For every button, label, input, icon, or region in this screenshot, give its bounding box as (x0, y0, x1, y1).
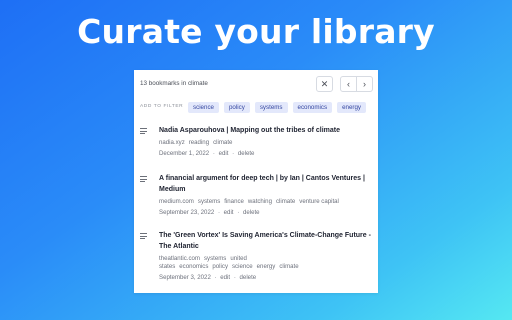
bookmark-title[interactable]: A financial argument for deep tech | by … (159, 173, 373, 195)
bookmark-tag[interactable]: climate (213, 139, 232, 146)
bookmark-meta: September 23, 2022 · edit · delete (159, 209, 373, 217)
bookmark-meta: December 1, 2022 · edit · delete (159, 150, 373, 158)
delete-link[interactable]: delete (240, 274, 257, 281)
edit-link[interactable]: edit (224, 209, 234, 216)
chevron-left-icon: ‹ (347, 78, 350, 89)
separator: · (217, 209, 220, 216)
filter-label: ADD TO FILTER (140, 104, 184, 109)
bookmarks-panel: 13 bookmarks in climate ✕ ‹ › ADD TO FIL… (134, 70, 378, 293)
filter-chip-energy[interactable]: energy (337, 102, 367, 113)
close-icon: ✕ (320, 78, 329, 89)
separator: · (233, 274, 236, 281)
drag-handle-icon[interactable] (140, 233, 147, 241)
bookmark-date: September 3, 2022 (159, 274, 211, 281)
bookmark-tag[interactable]: watching (248, 198, 272, 205)
previous-button[interactable]: ‹ (340, 76, 357, 92)
bookmark-tag[interactable]: venture capital (299, 198, 339, 205)
bookmark-tags: medium.com systems finance watching climate v… (159, 198, 373, 206)
bookmark-title[interactable]: The 'Green Vortex' Is Saving America's C… (159, 230, 373, 252)
bookmark-tag[interactable]: economics (179, 263, 208, 270)
filter-chips: science policy systems economics energy (188, 102, 367, 113)
separator: · (237, 209, 240, 216)
drag-handle-icon[interactable] (140, 176, 147, 184)
delete-link[interactable]: delete (243, 209, 260, 216)
bookmark-domain[interactable]: medium.com (159, 198, 194, 205)
bookmark-meta: September 3, 2022 · edit · delete (159, 274, 373, 282)
headline: Curate your library (77, 12, 435, 51)
next-button[interactable]: › (356, 76, 373, 92)
bookmark-tag[interactable]: climate (276, 198, 295, 205)
filter-row: ADD TO FILTER science policy systems eco… (140, 102, 376, 113)
delete-link[interactable]: delete (238, 150, 255, 157)
separator: · (232, 150, 235, 157)
filter-chip-policy[interactable]: policy (223, 102, 250, 113)
bookmark-title[interactable]: Nadia Asparouhova | Mapping out the trib… (159, 125, 373, 136)
bookmark-domain[interactable]: theatlantic.com (159, 255, 200, 262)
separator: · (214, 274, 217, 281)
filter-chip-economics[interactable]: economics (292, 102, 333, 113)
filter-chip-systems[interactable]: systems (254, 102, 288, 113)
bookmark-date: September 23, 2022 (159, 209, 215, 216)
chevron-right-icon: › (363, 78, 366, 89)
bookmark-tag[interactable]: climate (279, 263, 298, 270)
bookmark-tag[interactable]: systems (198, 198, 220, 205)
bookmark-domain[interactable]: nadia.xyz (159, 139, 185, 146)
filter-chip-science[interactable]: science (188, 102, 219, 113)
bookmark-tags: theatlantic.com systems united states econo… (159, 255, 373, 271)
edit-link[interactable]: edit (219, 150, 229, 157)
bookmark-count: 13 bookmarks in climate (140, 80, 208, 87)
bookmark-tag[interactable]: reading (189, 139, 209, 146)
bookmark-tag[interactable]: finance (224, 198, 244, 205)
bookmark-tag[interactable]: policy (212, 263, 228, 270)
bookmark-tag[interactable]: energy (257, 263, 276, 270)
close-button[interactable]: ✕ (316, 76, 333, 92)
panel-topbar: 13 bookmarks in climate ✕ ‹ › (140, 76, 373, 94)
edit-link[interactable]: edit (220, 274, 230, 281)
bookmark-tags: nadia.xyz reading climate (159, 139, 373, 147)
bookmark-tag[interactable]: science (232, 263, 253, 270)
bookmark-tag[interactable]: systems (204, 255, 226, 262)
bookmark-date: December 1, 2022 (159, 150, 210, 157)
separator: · (212, 150, 215, 157)
drag-handle-icon[interactable] (140, 128, 147, 136)
